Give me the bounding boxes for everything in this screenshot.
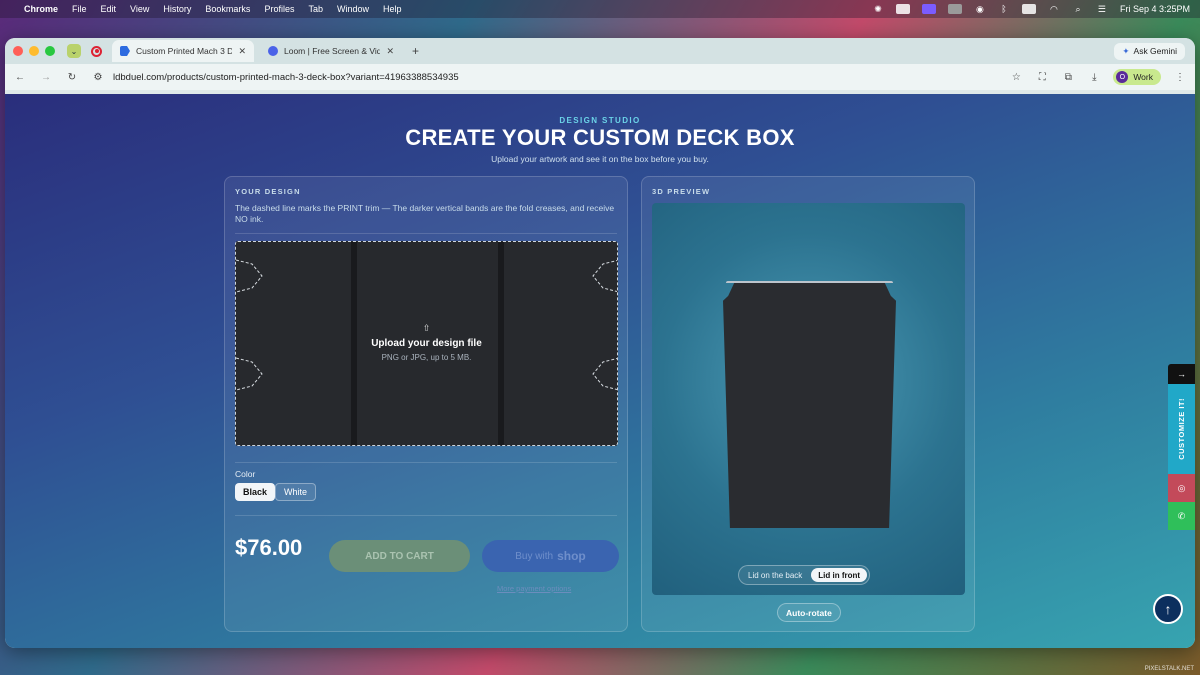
design-panel: YOUR DESIGN The dashed line marks the PR… <box>224 176 628 632</box>
divider <box>235 462 617 463</box>
record-status-icon[interactable]: ◉ <box>974 4 986 14</box>
auto-rotate-button[interactable]: Auto-rotate <box>777 603 841 622</box>
menu-view[interactable]: View <box>130 4 149 14</box>
window-icon[interactable] <box>895 4 910 14</box>
price: $76.00 <box>235 535 303 560</box>
profile-avatar: O <box>1116 71 1129 83</box>
screen-recorder-icon[interactable] <box>921 4 936 14</box>
upload-icon: ⇧ <box>422 323 431 333</box>
arrow-up-icon: ↑ <box>1164 601 1172 617</box>
tab-search-chevron-icon[interactable]: ⌄ <box>67 44 81 58</box>
gemini-sparkle-icon: ✦ <box>1122 45 1130 56</box>
menu-edit[interactable]: Edit <box>101 4 117 14</box>
battery-icon[interactable] <box>1021 4 1036 14</box>
color-black-button[interactable]: Black <box>235 483 276 501</box>
menu-file[interactable]: File <box>72 4 87 14</box>
menubar-clock[interactable]: Fri Sep 4 3:25PM <box>1120 4 1190 14</box>
upload-dropzone[interactable]: ⇧ Upload your design file PNG or JPG, up… <box>235 241 618 446</box>
deck-box-model <box>723 281 896 528</box>
site-favicon-icon <box>120 46 130 56</box>
close-tab-icon[interactable]: ✕ <box>386 46 394 57</box>
instagram-icon[interactable]: ◎ <box>1168 474 1195 502</box>
ask-gemini-button[interactable]: ✦ Ask Gemini <box>1114 42 1185 60</box>
screenshot-icon[interactable]: ⛶ <box>1035 72 1049 83</box>
brightness-icon[interactable]: ✺ <box>872 4 884 14</box>
browser-window: ⌄ Custom Printed Mach 3 Deck ✕ Loom | Fr… <box>5 38 1195 648</box>
whatsapp-icon[interactable]: ✆ <box>1168 502 1195 530</box>
buy-with-shop-button[interactable]: Buy with shop <box>482 540 619 572</box>
page-kicker: DESIGN STUDIO <box>559 116 641 125</box>
customize-it-label: CUSTOMIZE IT! <box>1177 398 1186 460</box>
wifi-icon[interactable]: ◠ <box>1048 4 1060 14</box>
bookmark-star-icon[interactable]: ☆ <box>1009 72 1023 83</box>
deck-box-lid-rim <box>726 281 893 295</box>
maximize-window-button[interactable] <box>45 46 55 56</box>
address-bar[interactable]: ⚙ ldbduel.com/products/custom-printed-ma… <box>91 72 997 83</box>
menubar-status-area: ✺ ◉ ᛒ ◠ ⌕ ☰ Fri Sep 4 3:25PM <box>872 4 1190 14</box>
site-info-icon[interactable]: ⚙ <box>91 72 105 83</box>
extensions-icon[interactable]: ⧉ <box>1061 72 1075 83</box>
recording-icon[interactable] <box>91 45 102 57</box>
forward-arrow-icon[interactable]: → <box>39 72 53 83</box>
3d-preview-canvas[interactable]: Lid on the back Lid in front <box>652 203 965 595</box>
side-widget: → CUSTOMIZE IT! ◎ ✆ <box>1168 364 1195 530</box>
tab-loom[interactable]: Loom | Free Screen & Video R ✕ <box>260 40 402 62</box>
scroll-to-top-button[interactable]: ↑ <box>1153 594 1183 624</box>
browser-toolbar: ← → ↻ ⚙ ldbduel.com/products/custom-prin… <box>5 64 1195 90</box>
page-content: DESIGN STUDIO CREATE YOUR CUSTOM DECK BO… <box>5 94 1195 648</box>
lid-on-back-option[interactable]: Lid on the back <box>741 568 809 582</box>
loom-favicon-icon <box>268 46 278 56</box>
tab-title: Loom | Free Screen & Video R <box>284 46 381 56</box>
buy-with-label: Buy with <box>515 550 554 562</box>
tab-strip: ⌄ Custom Printed Mach 3 Deck ✕ Loom | Fr… <box>5 38 1195 64</box>
menu-window[interactable]: Window <box>337 4 369 14</box>
close-tab-icon[interactable]: ✕ <box>238 46 246 57</box>
menu-help[interactable]: Help <box>383 4 402 14</box>
customize-it-tab[interactable]: CUSTOMIZE IT! <box>1168 384 1195 474</box>
download-icon[interactable]: ⤓ <box>1087 72 1101 83</box>
bluetooth-icon[interactable]: ᛒ <box>998 4 1010 14</box>
profile-label: Work <box>1133 72 1153 82</box>
back-arrow-icon[interactable]: ← <box>13 72 27 83</box>
lid-position-toggle: Lid on the back Lid in front <box>738 565 871 585</box>
collapse-arrow-icon[interactable]: → <box>1168 364 1195 384</box>
menu-bookmarks[interactable]: Bookmarks <box>205 4 250 14</box>
add-to-cart-button[interactable]: ADD TO CART <box>329 540 470 572</box>
tab-custom-deck-box[interactable]: Custom Printed Mach 3 Deck ✕ <box>112 40 254 62</box>
preview-panel: 3D PREVIEW Lid on the back Lid in front … <box>641 176 975 632</box>
menu-profiles[interactable]: Profiles <box>264 4 294 14</box>
menu-tab[interactable]: Tab <box>308 4 323 14</box>
menu-app-name[interactable]: Chrome <box>24 4 58 14</box>
design-panel-label: YOUR DESIGN <box>235 187 301 196</box>
divider <box>235 233 617 234</box>
upload-subtitle: PNG or JPG, up to 5 MB. <box>381 353 472 362</box>
search-icon[interactable]: ⌕ <box>1072 4 1084 14</box>
design-panel-description: The dashed line marks the PRINT trim — T… <box>235 203 615 224</box>
ask-gemini-label: Ask Gemini <box>1133 46 1177 56</box>
profile-button[interactable]: O Work <box>1113 69 1161 85</box>
close-window-button[interactable] <box>13 46 23 56</box>
tab-title: Custom Printed Mach 3 Deck <box>136 46 233 56</box>
minimize-window-button[interactable] <box>29 46 39 56</box>
control-center-icon[interactable]: ☰ <box>1096 4 1108 14</box>
url-text[interactable]: ldbduel.com/products/custom-printed-mach… <box>113 72 459 83</box>
upload-title: Upload your design file <box>371 338 482 349</box>
color-label: Color <box>235 469 256 479</box>
preview-panel-label: 3D PREVIEW <box>652 187 711 196</box>
window-controls <box>13 46 55 56</box>
menu-history[interactable]: History <box>163 4 191 14</box>
macos-menubar: Chrome File Edit View History Bookmarks … <box>0 0 1200 18</box>
page-subtitle: Upload your artwork and see it on the bo… <box>491 154 709 164</box>
shop-logo: shop <box>557 549 586 563</box>
watermark: PIXELSTALK.NET <box>1144 666 1194 672</box>
more-payment-options-link[interactable]: More payment options <box>497 584 571 593</box>
new-tab-icon[interactable]: + <box>412 44 419 58</box>
camera-icon[interactable] <box>947 4 962 14</box>
more-menu-icon[interactable]: ⋮ <box>1173 72 1187 83</box>
lid-in-front-option[interactable]: Lid in front <box>811 568 868 582</box>
reload-icon[interactable]: ↻ <box>65 72 79 83</box>
page-title: CREATE YOUR CUSTOM DECK BOX <box>405 125 795 150</box>
color-white-button[interactable]: White <box>275 483 317 501</box>
divider <box>235 515 617 516</box>
